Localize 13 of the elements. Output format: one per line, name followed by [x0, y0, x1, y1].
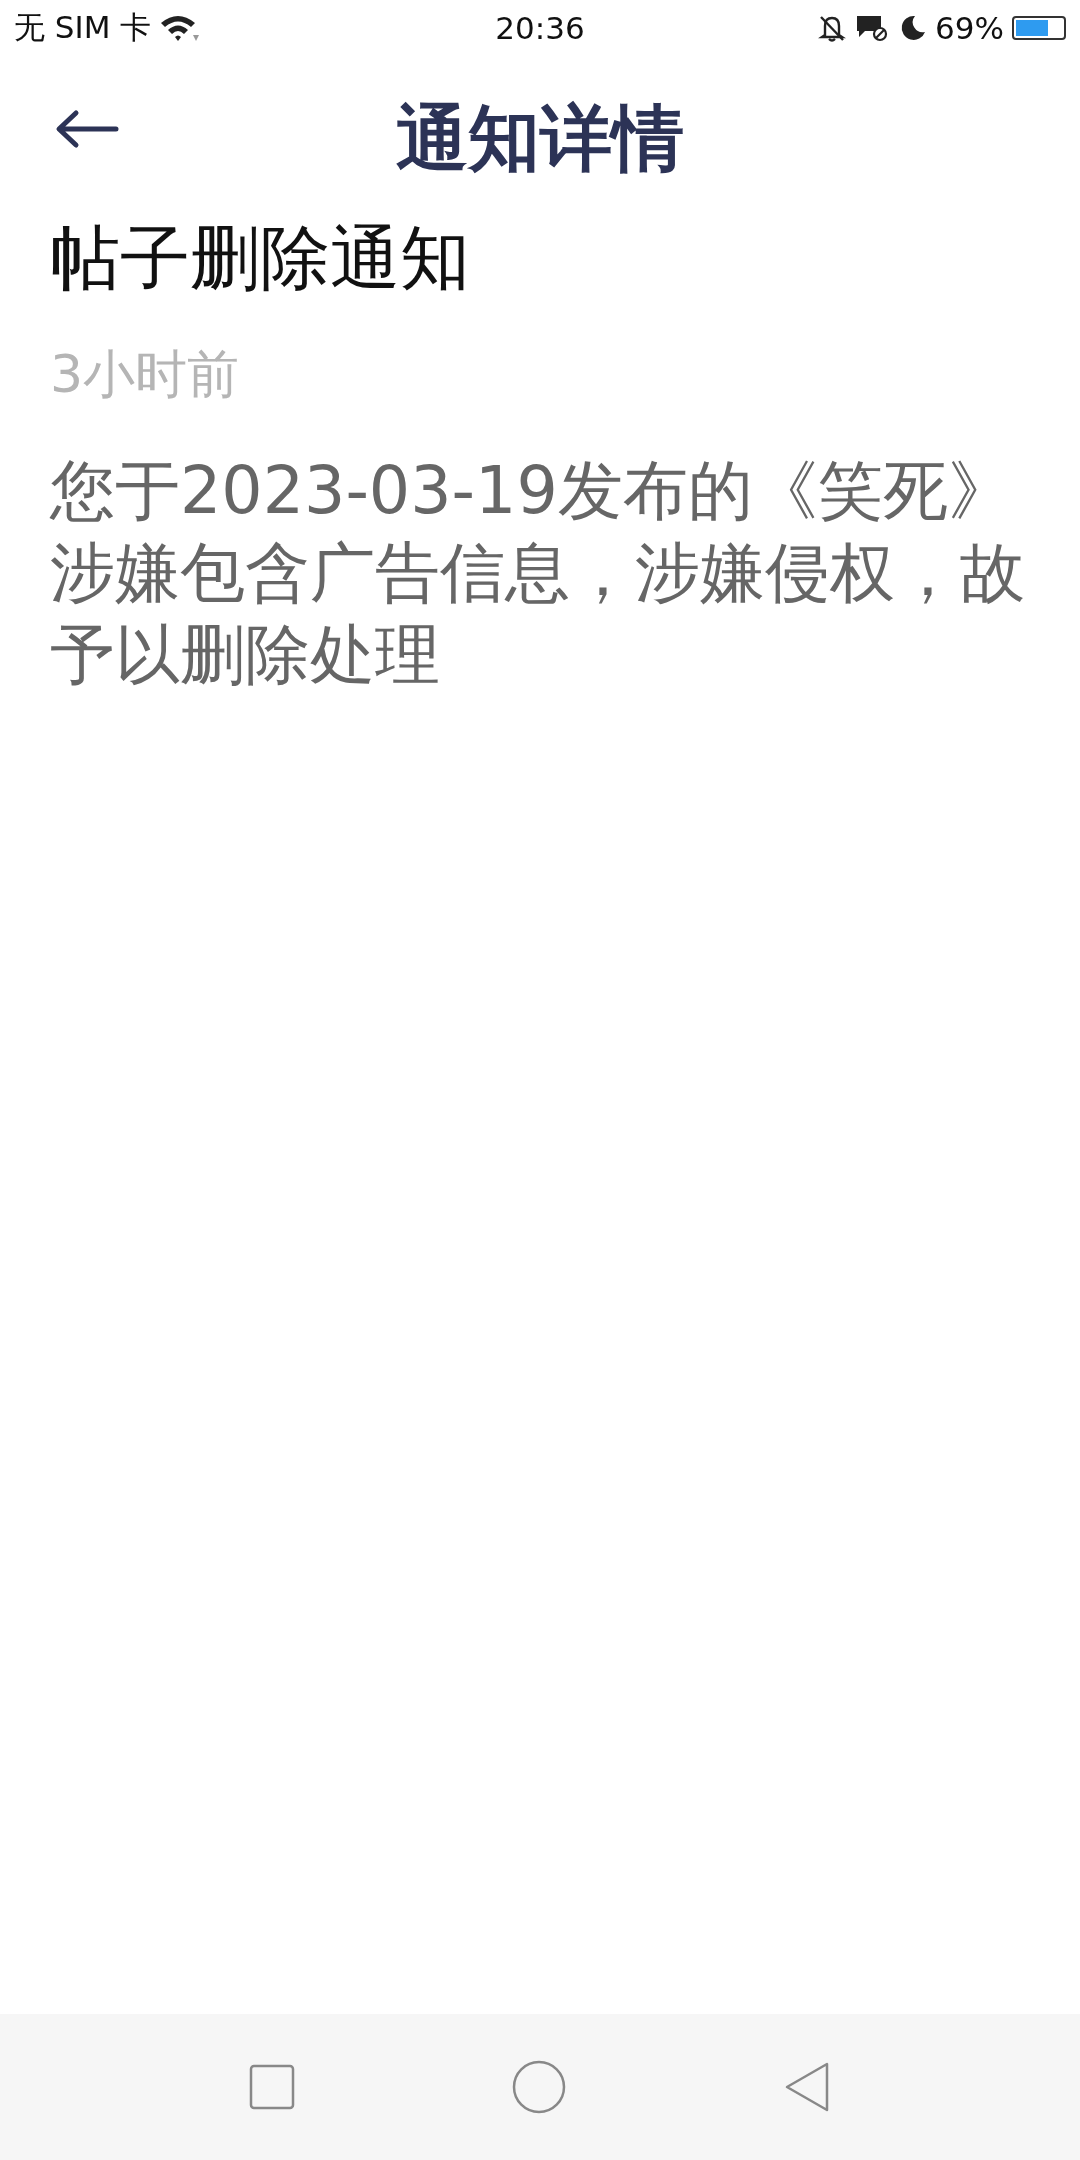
- recents-button[interactable]: [248, 2064, 295, 2110]
- battery-percent: 69%: [935, 10, 1004, 46]
- carrier-text: 无 SIM 卡: [14, 8, 152, 47]
- notification-subject: 帖子删除通知: [50, 216, 471, 301]
- notification-body: 您于2023-03-19发布的《笑死》涉嫌包含广告信息，涉嫌侵权，故予以删除处理: [50, 452, 1026, 694]
- page-title: 通知详情: [396, 95, 684, 182]
- back-arrow-icon: [54, 109, 120, 149]
- wifi-icon: [159, 13, 202, 43]
- notification-time: 3小时前: [50, 343, 241, 406]
- clock-text: 20:36: [495, 10, 585, 46]
- home-button[interactable]: [512, 2060, 566, 2114]
- battery-icon: [1012, 16, 1066, 40]
- message-blocked-icon: [855, 13, 890, 43]
